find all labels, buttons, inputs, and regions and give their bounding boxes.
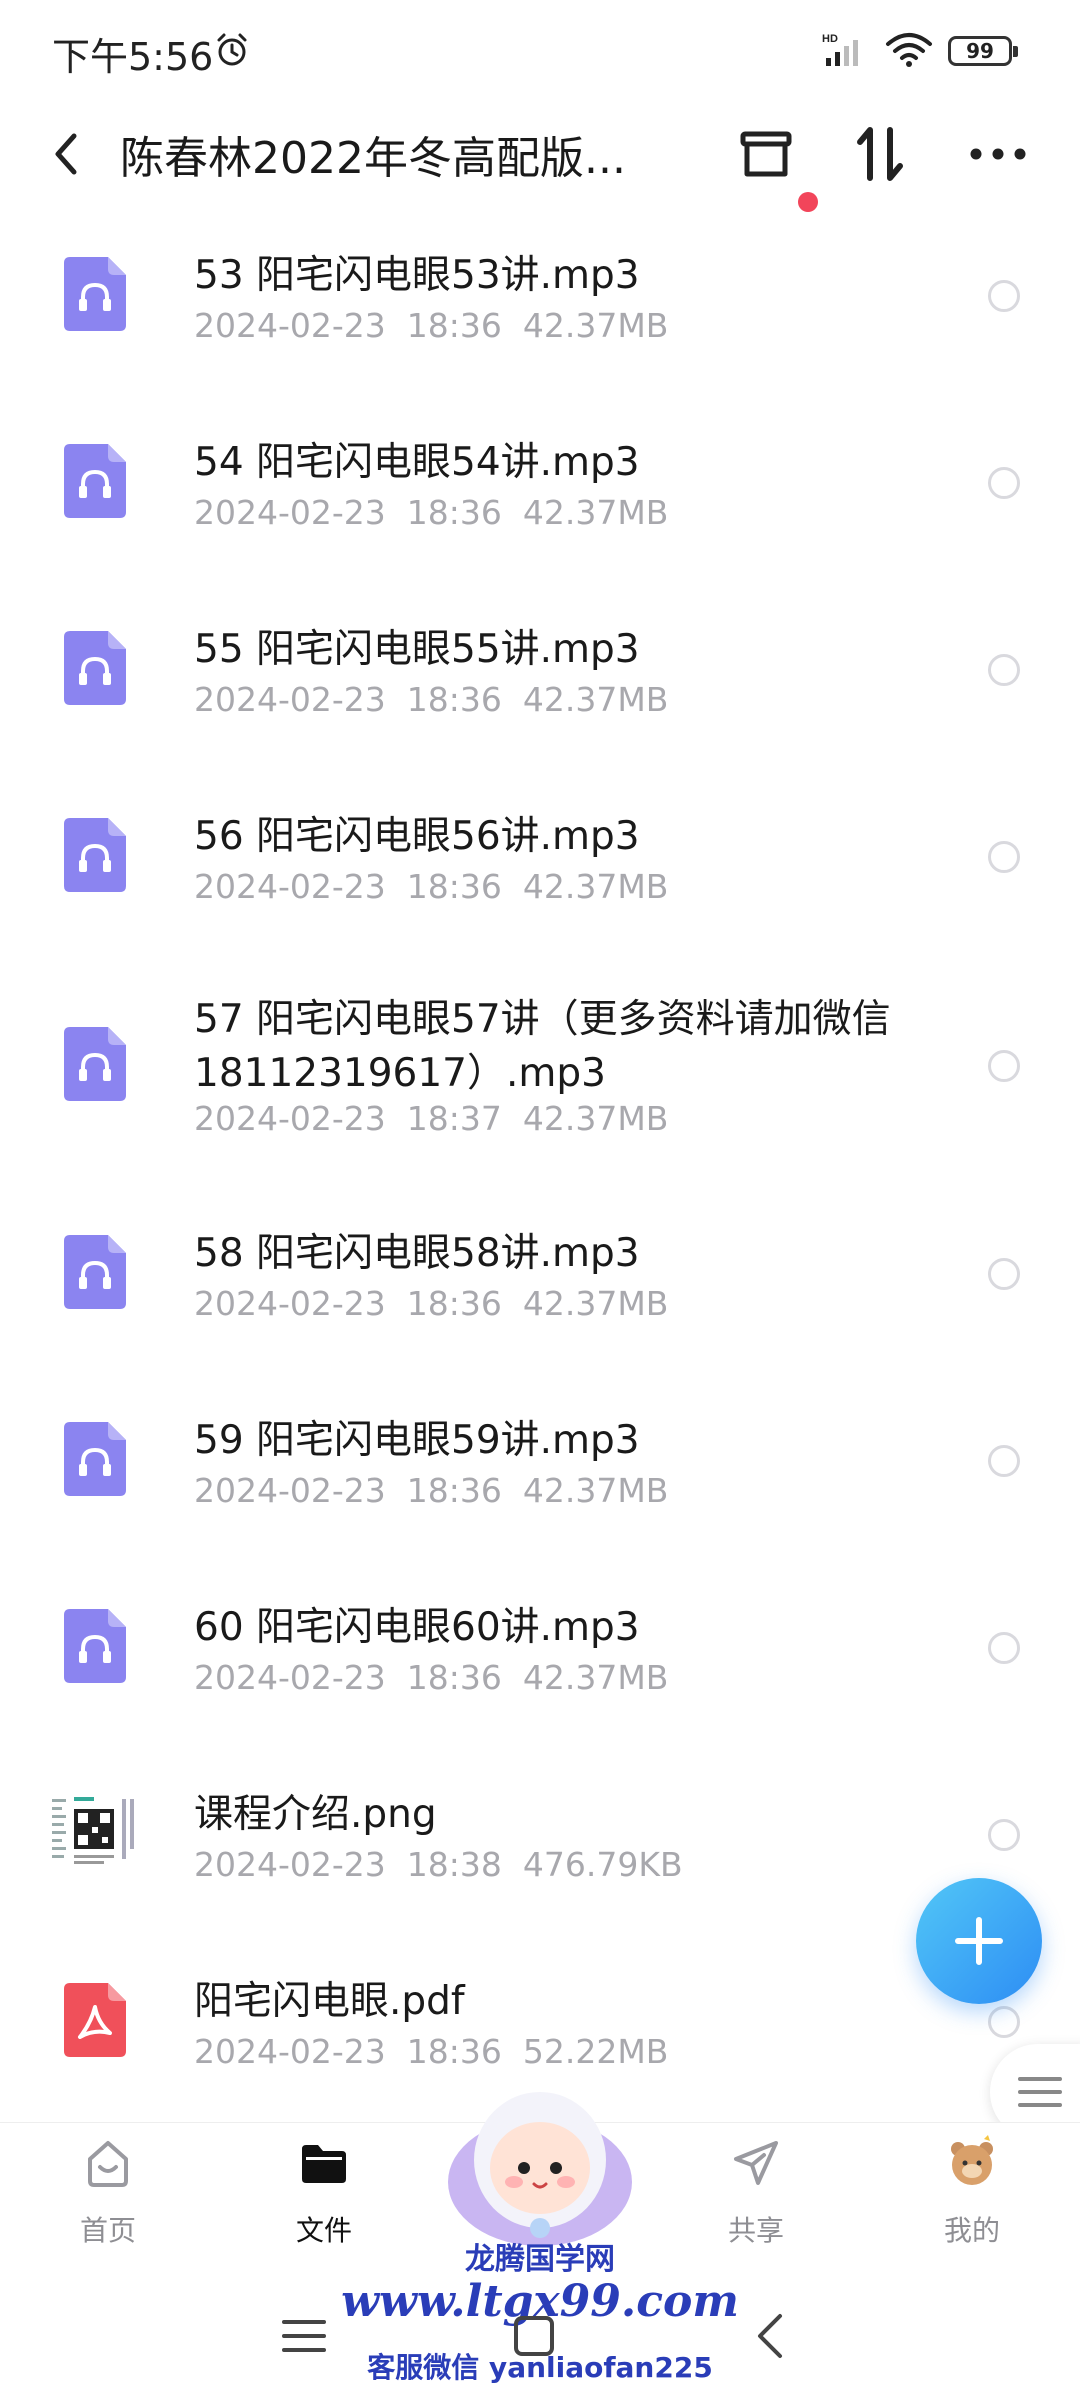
select-radio[interactable]: [988, 467, 1020, 499]
list-item[interactable]: 课程介绍.png 2024-02-23 18:38 476.79KB: [0, 1749, 1080, 1936]
audio-file-icon: [64, 818, 126, 892]
folder-title: 陈春林2022年冬高配版...: [120, 133, 626, 184]
select-radio[interactable]: [988, 1819, 1020, 1851]
audio-file-icon: [64, 444, 126, 518]
file-name: 58 阳宅闪电眼58讲.mp3: [194, 1231, 640, 1276]
add-button[interactable]: [916, 1878, 1042, 2004]
audio-file-icon: [64, 1027, 126, 1101]
file-meta: 2024-02-23 18:36 42.37MB: [194, 867, 669, 906]
select-radio[interactable]: [988, 1445, 1020, 1477]
file-name-line1: 57 阳宅闪电眼57讲（更多资料请加微信: [194, 997, 891, 1042]
status-time: 下午5:56: [52, 35, 214, 79]
more-icon: [970, 148, 1026, 160]
select-radio[interactable]: [988, 2006, 1020, 2038]
select-radio[interactable]: [988, 280, 1020, 312]
file-name: 59 阳宅闪电眼59讲.mp3: [194, 1418, 640, 1463]
list-item[interactable]: 53 阳宅闪电眼53讲.mp3 2024-02-23 18:36 42.37MB: [0, 210, 1080, 397]
list-item[interactable]: 56 阳宅闪电眼56讲.mp3 2024-02-23 18:36 42.37MB: [0, 771, 1080, 958]
list-item[interactable]: 58 阳宅闪电眼58讲.mp3 2024-02-23 18:36 42.37MB: [0, 1188, 1080, 1375]
file-name: 54 阳宅闪电眼54讲.mp3: [194, 440, 640, 485]
image-thumbnail-icon: [48, 1791, 144, 1875]
select-radio[interactable]: [988, 841, 1020, 873]
select-radio[interactable]: [988, 1632, 1020, 1664]
more-button[interactable]: [958, 114, 1038, 194]
alarm-icon: [217, 33, 247, 66]
system-nav-bar: [0, 2256, 1080, 2400]
file-meta: 2024-02-23 18:36 42.37MB: [194, 1658, 669, 1697]
avatar-icon: [951, 2135, 993, 2185]
nav-back-icon[interactable]: [752, 2310, 788, 2362]
file-meta: 2024-02-23 18:36 42.37MB: [194, 493, 669, 532]
share-icon: [734, 2141, 778, 2185]
select-radio[interactable]: [988, 1050, 1020, 1082]
nav-home-icon[interactable]: [510, 2312, 558, 2360]
list-item[interactable]: 60 阳宅闪电眼60讲.mp3 2024-02-23 18:36 42.37MB: [0, 1562, 1080, 1749]
home-icon: [88, 2141, 128, 2187]
archive-icon: [740, 131, 792, 177]
file-meta: 2024-02-23 18:37 42.37MB: [194, 1099, 669, 1138]
pdf-file-icon: [64, 1983, 126, 2057]
file-meta: 2024-02-23 18:36 42.37MB: [194, 1284, 669, 1323]
sort-button[interactable]: [840, 114, 920, 194]
file-name: 53 阳宅闪电眼53讲.mp3: [194, 253, 640, 298]
archive-button[interactable]: [726, 114, 806, 194]
audio-file-icon: [64, 257, 126, 331]
select-radio[interactable]: [988, 654, 1020, 686]
file-meta: 2024-02-23 18:36 42.37MB: [194, 306, 669, 345]
mascot-image: [448, 2092, 632, 2246]
file-name-line2: 18112319617）.mp3: [194, 1051, 606, 1096]
file-meta: 2024-02-23 18:36 42.37MB: [194, 1471, 669, 1510]
file-name: 课程介绍.png: [194, 1792, 437, 1837]
file-meta: 2024-02-23 18:38 476.79KB: [194, 1845, 683, 1884]
plus-icon: [955, 1917, 1003, 1965]
file-meta: 2024-02-23 18:36 42.37MB: [194, 680, 669, 719]
file-name: 阳宅闪电眼.pdf: [194, 1979, 465, 2024]
list-item[interactable]: 57 阳宅闪电眼57讲（更多资料请加微信 18112319617）.mp3 20…: [0, 958, 1080, 1188]
notification-dot: [798, 192, 818, 212]
list-item[interactable]: 59 阳宅闪电眼59讲.mp3 2024-02-23 18:36 42.37MB: [0, 1375, 1080, 1562]
file-meta: 2024-02-23 18:36 52.22MB: [194, 2032, 669, 2071]
select-radio[interactable]: [988, 1258, 1020, 1290]
file-name: 56 阳宅闪电眼56讲.mp3: [194, 814, 640, 859]
list-item[interactable]: 55 阳宅闪电眼55讲.mp3 2024-02-23 18:36 42.37MB: [0, 584, 1080, 771]
folder-icon: [302, 2145, 346, 2183]
audio-file-icon: [64, 1422, 126, 1496]
file-list: 53 阳宅闪电眼53讲.mp3 2024-02-23 18:36 42.37MB…: [0, 210, 1080, 2123]
wifi-icon: [886, 33, 932, 67]
battery-icon: 99: [948, 36, 1018, 66]
signal-icon: HD: [822, 33, 858, 66]
audio-file-icon: [64, 631, 126, 705]
audio-file-icon: [64, 1609, 126, 1683]
file-name: 55 阳宅闪电眼55讲.mp3: [194, 627, 640, 672]
file-name: 60 阳宅闪电眼60讲.mp3: [194, 1605, 640, 1650]
recents-menu-icon[interactable]: [280, 2316, 328, 2356]
list-item[interactable]: 54 阳宅闪电眼54讲.mp3 2024-02-23 18:36 42.37MB: [0, 397, 1080, 584]
sort-icon: [857, 127, 903, 181]
network-label: HD: [822, 33, 838, 45]
menu-icon: [1018, 2077, 1062, 2107]
audio-file-icon: [64, 1235, 126, 1309]
back-arrow-icon[interactable]: [44, 124, 88, 184]
status-bar: 下午5:56 HD 99: [0, 0, 1080, 100]
header: 陈春林2022年冬高配版...: [0, 100, 1080, 212]
